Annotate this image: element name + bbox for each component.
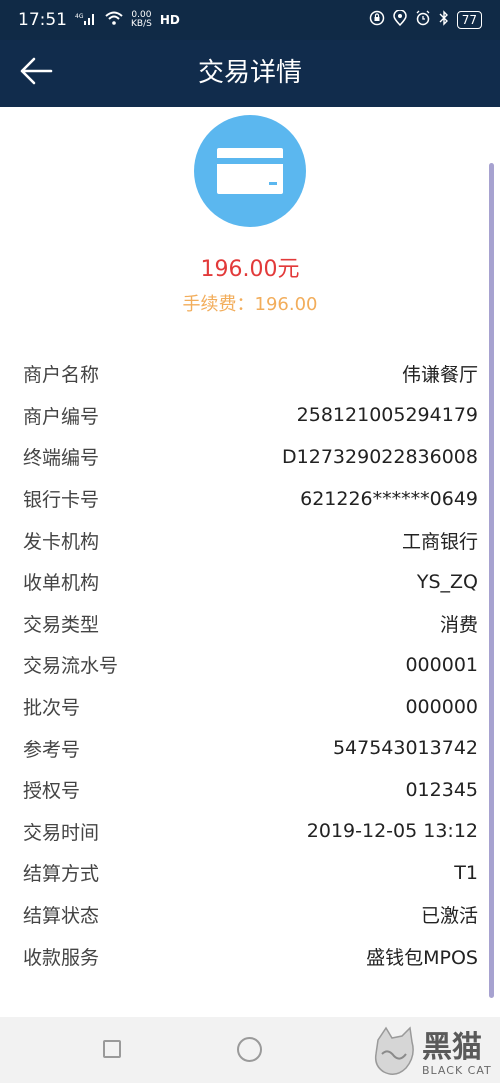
page-title: 交易详情 xyxy=(197,58,302,88)
detail-value: 工商银行 xyxy=(401,530,478,553)
detail-value: 258121005294179 xyxy=(296,404,478,427)
detail-label: 结算方式 xyxy=(23,863,100,886)
detail-label: 交易时间 xyxy=(23,821,100,844)
watermark-en: BLACK CAT xyxy=(422,1063,492,1077)
detail-row-merchant-id: 商户编号 258121005294179 xyxy=(0,395,500,437)
detail-value: 012345 xyxy=(405,778,478,801)
location-icon xyxy=(392,8,407,31)
detail-row-transaction-time: 交易时间 2019-12-05 13:12 xyxy=(0,811,500,853)
signal-icon: 4G xyxy=(75,12,97,29)
detail-value: 伟谦餐厅 xyxy=(401,364,478,387)
watermark-text: 黑猫 BLACK CAT xyxy=(422,1029,492,1077)
app-bar: 交易详情 xyxy=(0,40,500,107)
detail-value: 000000 xyxy=(405,695,478,718)
detail-label: 银行卡号 xyxy=(23,489,100,512)
detail-row-reference-number: 参考号 547543013742 xyxy=(0,727,500,769)
details-list: 商户名称 伟谦餐厅 商户编号 258121005294179 终端编号 D127… xyxy=(0,353,500,977)
detail-label: 发卡机构 xyxy=(23,530,100,553)
detail-value: 547543013742 xyxy=(332,737,478,760)
detail-value: T1 xyxy=(454,861,478,884)
transaction-amount: 196.00元 xyxy=(200,257,300,282)
transaction-fee: 手续费：196.00 xyxy=(182,294,318,315)
bluetooth-icon xyxy=(439,9,449,31)
detail-value: 621226******0649 xyxy=(300,487,478,510)
detail-row-issuer: 发卡机构 工商银行 xyxy=(0,519,500,561)
detail-row-terminal-id: 终端编号 D127329022836008 xyxy=(0,436,500,478)
detail-row-acquirer: 收单机构 YS_ZQ xyxy=(0,561,500,603)
battery-icon: 77 xyxy=(456,11,482,29)
detail-row-payment-service: 收款服务 盛钱包MPOS xyxy=(0,935,500,977)
detail-value: 已激活 xyxy=(420,905,478,928)
status-bar-right: 77 xyxy=(369,8,482,31)
clock: 17:51 xyxy=(18,10,67,30)
cat-logo-icon xyxy=(372,1026,416,1082)
detail-value: 消费 xyxy=(439,613,478,636)
detail-label: 批次号 xyxy=(23,697,81,720)
black-cat-watermark: 黑猫 BLACK CAT xyxy=(372,1025,500,1083)
detail-label: 收款服务 xyxy=(23,946,100,969)
wifi-icon xyxy=(105,10,123,30)
detail-label: 终端编号 xyxy=(23,447,100,470)
detail-row-merchant-name: 商户名称 伟谦餐厅 xyxy=(0,353,500,395)
net-speed-unit: KB/S xyxy=(131,19,152,29)
status-bar-left: 17:51 4G 0.00 KB/S HD xyxy=(18,10,180,30)
alarm-icon xyxy=(415,10,431,31)
status-bar: 17:51 4G 0.00 KB/S HD 77 xyxy=(0,0,500,40)
detail-row-card-number: 银行卡号 621226******0649 xyxy=(0,478,500,520)
detail-value: YS_ZQ xyxy=(416,570,478,593)
detail-value: 盛钱包MPOS xyxy=(366,946,478,969)
detail-label: 交易流水号 xyxy=(23,655,119,678)
detail-value: 000001 xyxy=(405,653,478,676)
detail-row-transaction-type: 交易类型 消费 xyxy=(0,603,500,645)
detail-value: 2019-12-05 13:12 xyxy=(306,820,478,843)
detail-row-settlement-status: 结算状态 已激活 xyxy=(0,894,500,936)
svg-text:4G: 4G xyxy=(75,13,84,20)
recents-button[interactable] xyxy=(103,1040,121,1058)
detail-row-auth-code: 授权号 012345 xyxy=(0,769,500,811)
detail-row-settlement-method: 结算方式 T1 xyxy=(0,852,500,894)
detail-row-batch-number: 批次号 000000 xyxy=(0,686,500,728)
detail-label: 授权号 xyxy=(23,780,81,803)
detail-label: 商户编号 xyxy=(23,405,100,428)
detail-label: 结算状态 xyxy=(23,905,100,928)
detail-label: 交易类型 xyxy=(23,613,100,636)
detail-row-serial-number: 交易流水号 000001 xyxy=(0,644,500,686)
bank-card-icon xyxy=(194,115,306,227)
detail-value: D127329022836008 xyxy=(282,445,478,468)
hd-indicator: HD xyxy=(159,13,180,27)
watermark-cn: 黑猫 xyxy=(422,1029,482,1065)
lock-rotation-icon xyxy=(369,10,385,31)
detail-label: 参考号 xyxy=(23,738,81,761)
battery-level: 77 xyxy=(461,13,477,27)
detail-label: 收单机构 xyxy=(23,572,100,595)
detail-label: 商户名称 xyxy=(23,364,100,387)
net-speed: 0.00 KB/S xyxy=(131,11,152,29)
home-button[interactable] xyxy=(237,1037,262,1062)
